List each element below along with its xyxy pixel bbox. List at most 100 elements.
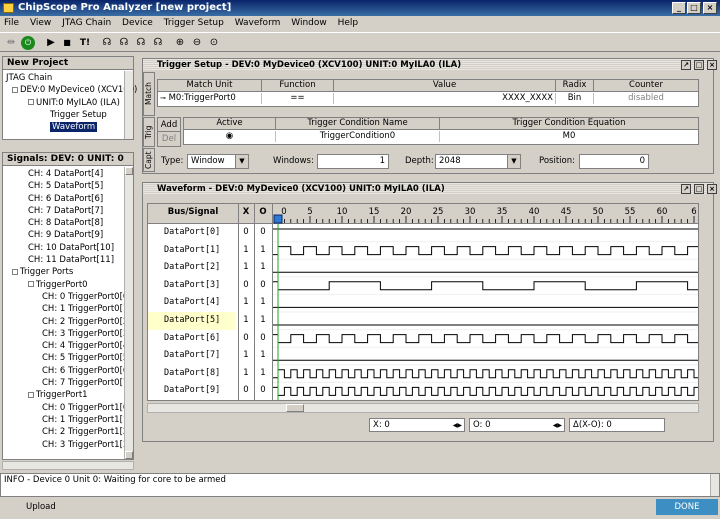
- menu-device[interactable]: Device: [118, 16, 157, 31]
- menu-help[interactable]: Help: [334, 16, 363, 31]
- windows-input[interactable]: 1: [317, 154, 389, 169]
- probe-icon-4[interactable]: ☊: [151, 36, 165, 50]
- waveform-hscrollbar[interactable]: [147, 403, 699, 413]
- x-cursor-arrows-icon[interactable]: ◀▶: [453, 420, 462, 432]
- trigger-float-button[interactable]: ↗: [681, 60, 691, 70]
- signal-row-name[interactable]: DataPort[9]: [148, 382, 236, 400]
- signal-row-name[interactable]: DataPort[7]: [148, 347, 236, 365]
- x-cursor-field[interactable]: X: 0 ◀▶: [369, 418, 465, 432]
- signal-tree-item[interactable]: CH: 1 TriggerPort1[1]: [6, 414, 133, 426]
- trig-equation-cell[interactable]: M0: [440, 131, 698, 142]
- scroll-up-button[interactable]: [125, 167, 133, 175]
- menu-jtag-chain[interactable]: JTAG Chain: [58, 16, 115, 31]
- tab-trig[interactable]: Trig: [143, 117, 155, 147]
- signal-tree-item[interactable]: Trigger Ports: [6, 266, 133, 278]
- signal-tree-item[interactable]: TriggerPort1: [6, 389, 133, 401]
- menu-waveform[interactable]: Waveform: [231, 16, 285, 31]
- signals-hscrollbar[interactable]: [2, 461, 134, 470]
- zoom-fit-icon[interactable]: ⊙: [207, 36, 221, 50]
- signal-tree-item[interactable]: CH: 9 DataPort[9]: [6, 229, 133, 241]
- signal-tree-item[interactable]: CH: 6 TriggerPort0[6]: [6, 365, 133, 377]
- scroll-down-button[interactable]: [125, 451, 133, 459]
- waveform-float-button[interactable]: ↗: [681, 184, 691, 194]
- signal-tree-item[interactable]: CH: 10 DataPort[10]: [6, 242, 133, 254]
- tree-jtag-chain[interactable]: JTAG Chain: [6, 72, 133, 84]
- signal-tree-item[interactable]: CH: 5 DataPort[5]: [6, 180, 133, 192]
- signal-row-name[interactable]: DataPort[4]: [148, 294, 236, 312]
- trig-active-radio[interactable]: ◉: [184, 131, 276, 142]
- project-scrollbar[interactable]: [124, 71, 133, 139]
- match-unit-cell[interactable]: ⊸ M0:TriggerPort0: [158, 93, 262, 104]
- signal-row-name[interactable]: DataPort[3]: [148, 277, 236, 295]
- menu-file[interactable]: File: [0, 16, 23, 31]
- signal-row-name[interactable]: DataPort[5]: [148, 312, 236, 330]
- menu-window[interactable]: Window: [287, 16, 331, 31]
- depth-select[interactable]: 2048 ▼: [435, 154, 521, 169]
- signal-tree-item[interactable]: CH: 0 TriggerPort1[0]: [6, 402, 133, 414]
- zoom-in-icon[interactable]: ⊕: [173, 36, 187, 50]
- scroll-thumb[interactable]: [286, 404, 304, 412]
- tree-waveform[interactable]: Waveform: [50, 122, 98, 133]
- signals-scrollbar[interactable]: [124, 167, 133, 459]
- o-cursor-arrows-icon[interactable]: ◀▶: [553, 420, 562, 432]
- signal-tree-item[interactable]: CH: 3 TriggerPort1[3]: [6, 439, 133, 451]
- connect-icon[interactable]: ⇹: [4, 36, 18, 50]
- match-radix-cell[interactable]: Bin: [556, 93, 594, 104]
- signal-tree-item[interactable]: CH: 7 TriggerPort0[7]: [6, 377, 133, 389]
- close-button[interactable]: ×: [703, 2, 717, 14]
- tree-expander-icon[interactable]: [28, 281, 34, 288]
- trigger-immediate-icon[interactable]: T!: [78, 36, 92, 50]
- signal-row-name[interactable]: DataPort[1]: [148, 242, 236, 260]
- tree-expander-icon[interactable]: [28, 391, 34, 398]
- signal-tree-item[interactable]: CH: 8 DataPort[8]: [6, 217, 133, 229]
- stop-icon[interactable]: ■: [60, 36, 74, 50]
- signal-tree-item[interactable]: CH: 7 DataPort[7]: [6, 205, 133, 217]
- o-cursor-field[interactable]: O: 0 ◀▶: [469, 418, 565, 432]
- signal-tree-item[interactable]: CH: 5 TriggerPort0[5]: [6, 352, 133, 364]
- signal-tree-item[interactable]: CH: 6 DataPort[6]: [6, 193, 133, 205]
- trigger-close-button[interactable]: ×: [707, 60, 717, 70]
- tree-trigger-setup[interactable]: Trigger Setup: [6, 109, 133, 121]
- probe-icon-2[interactable]: ☊: [117, 36, 131, 50]
- type-select[interactable]: Window ▼: [187, 154, 249, 169]
- signal-tree-item[interactable]: CH: 4 TriggerPort0[4]: [6, 340, 133, 352]
- signal-row-name[interactable]: DataPort[2]: [148, 259, 236, 277]
- signal-tree-item[interactable]: CH: 2 TriggerPort1[2]: [6, 426, 133, 438]
- match-value-cell[interactable]: XXXX_XXXX: [334, 93, 556, 104]
- signal-tree-item[interactable]: CH: 3 TriggerPort0[3]: [6, 328, 133, 340]
- probe-icon-3[interactable]: ☊: [134, 36, 148, 50]
- signal-tree-item[interactable]: CH: 11 DataPort[11]: [6, 254, 133, 266]
- signal-row-name[interactable]: DataPort[6]: [148, 330, 236, 348]
- trig-header-active: Active: [184, 118, 276, 130]
- power-icon[interactable]: ⏻: [21, 36, 35, 50]
- tab-match[interactable]: Match: [143, 72, 155, 116]
- run-icon[interactable]: ▶: [44, 36, 58, 50]
- trigger-max-button[interactable]: □: [694, 60, 704, 70]
- tree-expander-icon[interactable]: [12, 268, 18, 275]
- signal-row-name[interactable]: DataPort[0]: [148, 224, 236, 242]
- position-input[interactable]: 0: [579, 154, 649, 169]
- zoom-out-icon[interactable]: ⊖: [190, 36, 204, 50]
- match-counter-cell[interactable]: disabled: [594, 93, 698, 104]
- tab-capture[interactable]: Capt: [143, 148, 155, 172]
- maximize-button[interactable]: □: [687, 2, 701, 14]
- signal-row-name[interactable]: DataPort[8]: [148, 365, 236, 383]
- signal-tree-item[interactable]: CH: 4 DataPort[4]: [6, 168, 133, 180]
- minimize-button[interactable]: _: [672, 2, 686, 14]
- signal-tree-item[interactable]: CH: 2 TriggerPort0[2]: [6, 316, 133, 328]
- signal-tree-item[interactable]: TriggerPort0: [6, 279, 133, 291]
- probe-icon-1[interactable]: ☊: [100, 36, 114, 50]
- waveform-close-button[interactable]: ×: [707, 184, 717, 194]
- trig-name-cell[interactable]: TriggerCondition0: [276, 131, 440, 142]
- signal-tree-item[interactable]: CH: 1 TriggerPort0[1]: [6, 303, 133, 315]
- menu-trigger-setup[interactable]: Trigger Setup: [160, 16, 228, 31]
- done-indicator: DONE: [656, 499, 718, 515]
- del-button[interactable]: Del: [158, 132, 180, 146]
- menu-view[interactable]: View: [26, 16, 55, 31]
- signal-tree-item[interactable]: CH: 0 TriggerPort0[0]: [6, 291, 133, 303]
- waveform-canvas[interactable]: 0 5 10 15 20 25 30 35 40 45 50 55 60 6: [273, 204, 699, 401]
- add-button[interactable]: Add: [158, 118, 180, 132]
- status-scrollbar[interactable]: [710, 474, 719, 496]
- waveform-max-button[interactable]: □: [694, 184, 704, 194]
- match-function-cell[interactable]: ==: [262, 93, 334, 104]
